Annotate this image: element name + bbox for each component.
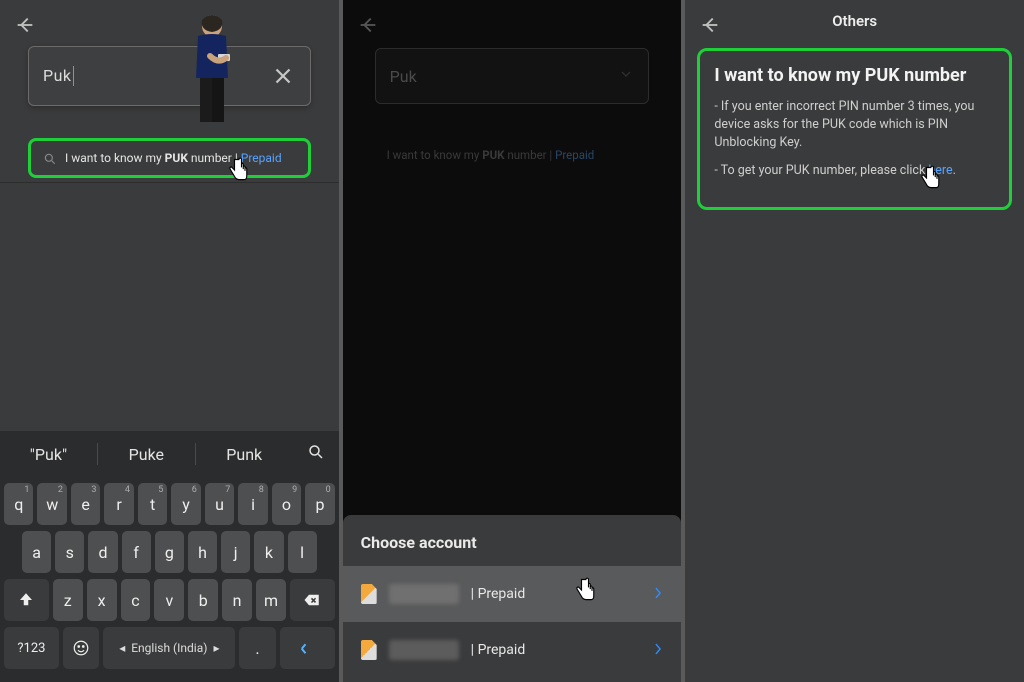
account-option-1[interactable]: | Prepaid: [343, 566, 682, 622]
article-highlight: I want to know my PUK number - If you en…: [697, 48, 1012, 210]
screenshot-step-1: Puk I want to know my PUK number | Prepa…: [0, 0, 339, 682]
search-field-container[interactable]: Puk: [28, 46, 311, 106]
key-p[interactable]: p0: [305, 483, 334, 525]
key-x[interactable]: x: [87, 579, 117, 621]
keyboard-search-icon[interactable]: [293, 443, 339, 465]
key-a[interactable]: a: [22, 531, 51, 573]
sim-icon: [361, 584, 377, 604]
account-number-redacted: [389, 640, 459, 660]
key-h[interactable]: h: [188, 531, 217, 573]
key-s[interactable]: s: [55, 531, 84, 573]
keyboard-row-1: q1 w2 e3 r4 t5 y6 u7 i8 o9 p0: [4, 483, 335, 525]
account-option-2[interactable]: | Prepaid: [343, 622, 682, 678]
key-v[interactable]: v: [154, 579, 184, 621]
key-c[interactable]: c: [121, 579, 151, 621]
key-q[interactable]: q1: [4, 483, 33, 525]
chevron-down-icon: [618, 66, 634, 86]
account-type-label: | Prepaid: [471, 586, 526, 602]
keyboard-row-3: z x c v b n m: [4, 579, 335, 621]
key-enter[interactable]: [280, 627, 335, 669]
key-g[interactable]: g: [155, 531, 184, 573]
key-emoji[interactable]: [63, 627, 100, 669]
key-o[interactable]: o9: [272, 483, 301, 525]
text-caret: [73, 66, 74, 86]
sim-icon: [361, 640, 377, 660]
key-y[interactable]: y6: [171, 483, 200, 525]
key-n[interactable]: n: [222, 579, 252, 621]
account-number-redacted: [389, 584, 459, 604]
suggestion-3[interactable]: Punk: [196, 445, 293, 464]
screenshot-step-3: Others I want to know my PUK number - If…: [685, 0, 1024, 682]
search-result-highlight[interactable]: I want to know my PUK number | Prepaid: [28, 138, 311, 178]
key-period[interactable]: .: [239, 627, 276, 669]
key-z[interactable]: z: [53, 579, 83, 621]
key-backspace[interactable]: [290, 579, 335, 621]
key-u[interactable]: u7: [205, 483, 234, 525]
clear-icon[interactable]: [270, 63, 296, 89]
key-mode[interactable]: ?123: [4, 627, 59, 669]
search-input[interactable]: Puk: [43, 66, 270, 87]
keyboard-row-4: ?123 ◂English (India)▸ .: [4, 627, 335, 669]
key-f[interactable]: f: [122, 531, 151, 573]
back-arrow-icon[interactable]: [14, 14, 36, 36]
on-screen-keyboard: q1 w2 e3 r4 t5 y6 u7 i8 o9 p0 a s d f g …: [0, 477, 339, 682]
key-space[interactable]: ◂English (India)▸: [103, 627, 235, 669]
key-shift[interactable]: [4, 579, 49, 621]
search-input-value: Puk: [390, 67, 417, 86]
key-r[interactable]: r4: [104, 483, 133, 525]
key-e[interactable]: e3: [71, 483, 100, 525]
sheet-title: Choose account: [343, 533, 682, 566]
keyboard-suggestion-bar: "Puk" Puke Punk: [0, 431, 339, 477]
key-k[interactable]: k: [254, 531, 283, 573]
divider: [0, 182, 339, 183]
screenshot-step-2: Puk I want to know my PUK number | Prepa…: [343, 0, 682, 682]
search-result-text: I want to know my PUK number | Prepaid: [65, 151, 282, 165]
key-l[interactable]: l: [288, 531, 317, 573]
search-field-dimmed: Puk: [375, 48, 650, 104]
key-i[interactable]: i8: [238, 483, 267, 525]
article-paragraph-2: - To get your PUK number, please click h…: [714, 162, 995, 180]
key-w[interactable]: w2: [37, 483, 66, 525]
article-paragraph-1: - If you enter incorrect PIN number 3 ti…: [714, 98, 995, 152]
search-result-dimmed: I want to know my PUK number | Prepaid: [387, 148, 595, 162]
search-input-value: Puk: [43, 66, 72, 85]
article-heading: I want to know my PUK number: [714, 65, 995, 86]
keyboard-row-2: a s d f g h j k l: [4, 531, 335, 573]
back-arrow-icon[interactable]: [357, 14, 379, 36]
search-icon: [43, 151, 57, 165]
account-type-label: | Prepaid: [471, 642, 526, 658]
suggestion-2[interactable]: Puke: [98, 445, 195, 464]
here-link[interactable]: here: [928, 163, 952, 178]
page-title: Others: [685, 12, 1024, 30]
choose-account-sheet: Choose account | Prepaid | Prepaid: [343, 515, 682, 682]
key-j[interactable]: j: [221, 531, 250, 573]
key-b[interactable]: b: [188, 579, 218, 621]
key-t[interactable]: t5: [138, 483, 167, 525]
chevron-right-icon: [653, 585, 663, 604]
key-d[interactable]: d: [88, 531, 117, 573]
key-m[interactable]: m: [256, 579, 286, 621]
chevron-right-icon: [653, 641, 663, 660]
suggestion-1[interactable]: "Puk": [0, 445, 97, 464]
